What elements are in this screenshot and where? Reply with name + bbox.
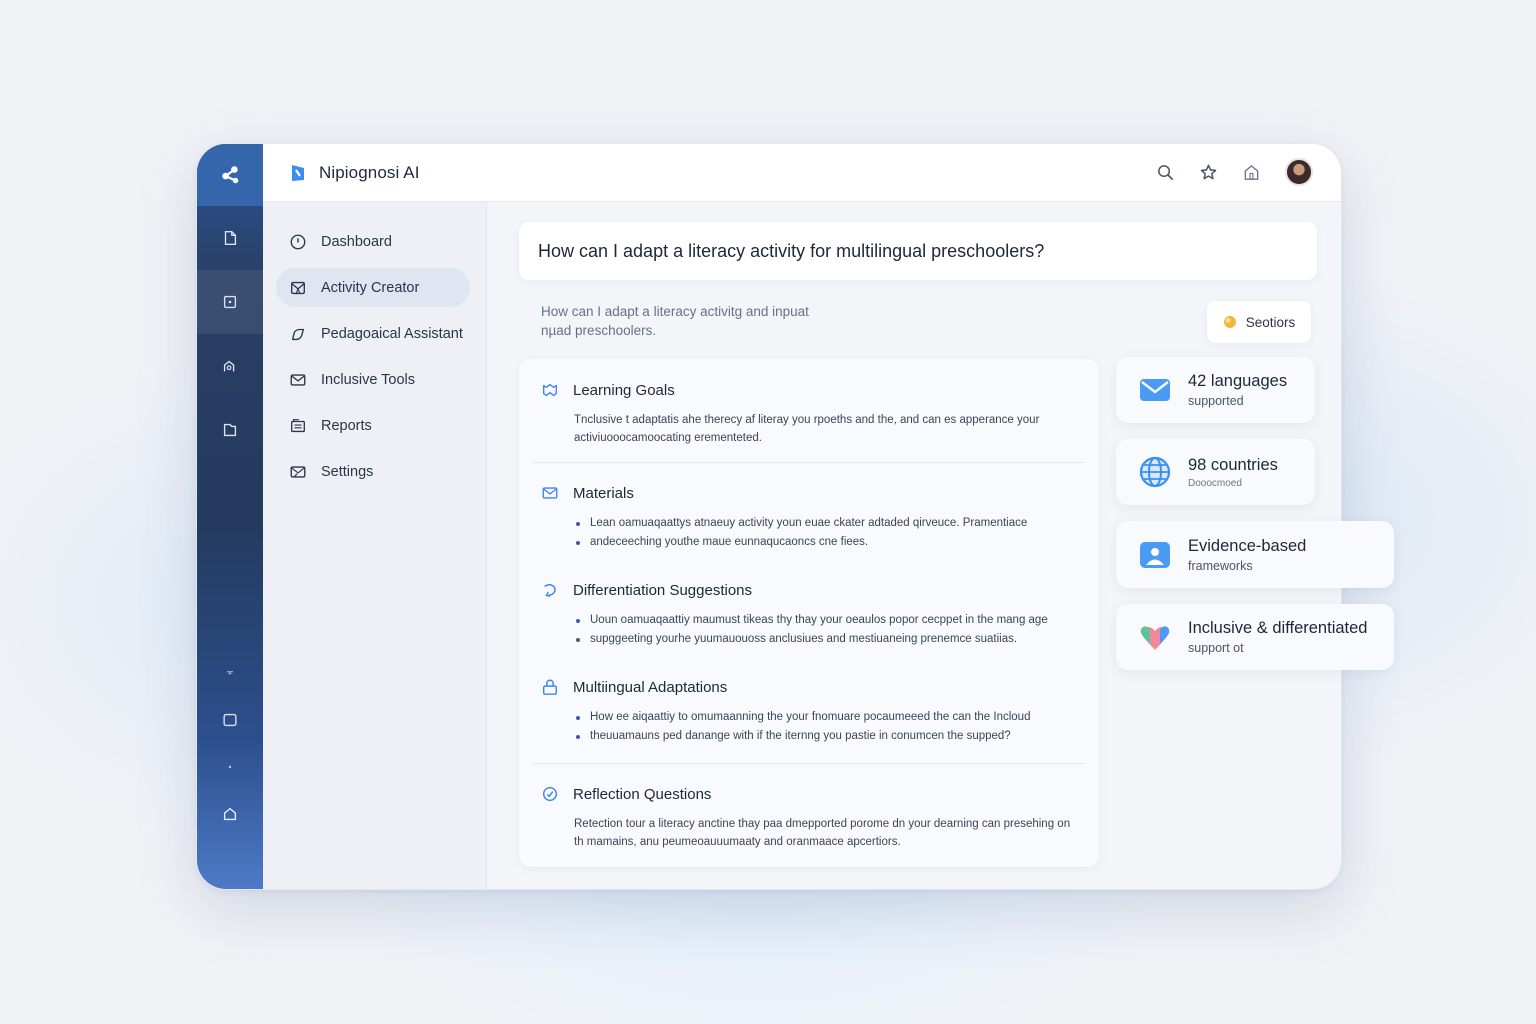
section-title: Reflection Questions	[573, 785, 712, 803]
dot-icon	[228, 765, 232, 768]
rail-item-dot[interactable]	[197, 743, 263, 790]
app-name: Nipiognosi AI	[319, 162, 420, 182]
stat-title: Evidence-based	[1188, 536, 1307, 555]
query-input[interactable]: How can I adapt a literacy activity for …	[519, 222, 1317, 280]
mail-icon	[542, 487, 558, 499]
bullet-list: Lean oamuaqaattys atnaeuy activity youn …	[574, 514, 1086, 552]
brand[interactable]: Nipiognosi AI	[289, 163, 420, 183]
avatar[interactable]	[1285, 158, 1313, 186]
rail-item-search-home[interactable]	[197, 334, 263, 398]
sidebar-item-label: Pedagoaical Assistant	[321, 325, 463, 342]
list-item: theuuamauns ped danange with if the iter…	[574, 727, 1086, 746]
globe-icon	[1139, 456, 1171, 488]
stat-subtitle: Dooocmoed	[1188, 477, 1242, 489]
section-text: Retection tour a literacy anctine thay p…	[574, 818, 1071, 848]
sidebar-item-label: Reports	[321, 417, 372, 434]
sidebar-item-activity-creator[interactable]: Activity Creator	[276, 268, 470, 307]
goals-icon	[543, 383, 557, 397]
home-icon[interactable]	[1242, 163, 1261, 182]
response-card: Learning Goals Tnclusive t adaptatis ahe…	[519, 359, 1099, 867]
stat-card-languages[interactable]: 42 languages supported	[1116, 357, 1315, 423]
top-bar: Nipiognosi AI	[263, 144, 1341, 202]
star-icon[interactable]	[1199, 163, 1218, 182]
section-multilingual: Multiingual Adaptations How ee aiqaattiy…	[541, 678, 1086, 746]
stat-card-countries[interactable]: 98 countries Dooocmoed	[1116, 439, 1315, 505]
sections-button[interactable]: Seotiors	[1207, 301, 1311, 343]
sidebar-item-dashboard[interactable]: Dashboard	[276, 222, 470, 261]
activity-icon	[291, 281, 305, 294]
sidebar-item-label: Activity Creator	[321, 279, 420, 296]
rail-logo[interactable]	[197, 144, 263, 206]
rail-item-chevron[interactable]	[197, 649, 263, 696]
document-icon	[224, 231, 237, 245]
stat-subtitle: support ot	[1188, 641, 1244, 655]
pen-icon	[291, 328, 305, 340]
section-materials: Materials Lean oamuaqaattys atnaeuy acti…	[541, 484, 1086, 552]
rail-item-documents[interactable]	[197, 206, 263, 270]
stat-title: 98 countries	[1188, 455, 1278, 474]
icon-rail	[197, 144, 263, 889]
divider	[533, 763, 1085, 764]
reports-icon	[291, 418, 305, 432]
divider	[533, 462, 1085, 463]
check-circle-icon	[542, 786, 558, 802]
sections-button-label: Seotiors	[1245, 314, 1296, 330]
stat-title: 42 languages	[1188, 372, 1288, 390]
query-echo: How can I adapt a literacy activitg and …	[541, 302, 861, 340]
query-echo-line: How can I adapt a literacy activitg and …	[541, 304, 809, 319]
list-item: andeceeching youthe maue eunnaqucaoncs c…	[574, 533, 1086, 552]
search-home-icon	[223, 360, 235, 372]
section-title: Multiingual Adaptations	[573, 678, 728, 696]
square-icon	[223, 713, 237, 726]
stat-card-inclusive[interactable]: Inclusive & differentiated support ot	[1116, 604, 1394, 670]
settings-icon	[290, 465, 306, 478]
stat-card-evidence[interactable]: Evidence-based frameworks	[1116, 521, 1394, 588]
sidebar-item-label: Settings	[321, 463, 374, 480]
search-icon[interactable]	[1156, 163, 1175, 182]
file-icon	[223, 423, 237, 437]
list-item: Uoun oamuaqaattiy maumust tikeas thy tha…	[574, 611, 1086, 630]
hearts-icon	[1140, 626, 1170, 650]
list-item: How ee aiqaattiy to omumaanning the your…	[574, 708, 1086, 727]
rail-item-home[interactable]	[197, 790, 263, 837]
sidebar-item-label: Inclusive Tools	[321, 371, 416, 388]
section-learning-goals: Learning Goals Tnclusive t adaptatis ahe…	[541, 381, 1086, 447]
stat-title: Inclusive & differentiated	[1188, 619, 1368, 637]
mail-icon	[1140, 379, 1170, 401]
stat-subtitle: frameworks	[1188, 558, 1253, 573]
swap-icon	[544, 584, 556, 597]
section-reflection: Reflection Questions Retection tour a li…	[541, 785, 1086, 851]
section-text: Tnclusive t adaptatis ahe therecy af lit…	[574, 414, 1040, 444]
rail-item-square[interactable]	[197, 696, 263, 743]
section-differentiation: Differentiation Suggestions Uoun oamuaqa…	[541, 581, 1086, 649]
lock-icon	[542, 679, 558, 695]
section-title: Differentiation Suggestions	[573, 581, 753, 599]
clock-icon	[290, 234, 306, 249]
frame-icon	[223, 295, 237, 309]
rail-item-files[interactable]	[197, 398, 263, 462]
sidebar-item-reports[interactable]: Reports	[276, 406, 470, 445]
query-echo-line: nµad preschoolers.	[541, 323, 657, 338]
sparkle-icon	[1223, 316, 1236, 328]
chevron-icon	[227, 670, 233, 675]
sidebar-item-settings[interactable]: Settings	[276, 452, 470, 491]
home-icon	[223, 807, 237, 820]
sidebar-item-pedagogical-assistant[interactable]: Pedagoaical Assistant	[276, 314, 470, 353]
section-title: Learning Goals	[573, 381, 675, 399]
network-logo-icon	[222, 166, 239, 184]
bullet-list: Uoun oamuaqaattiy maumust tikeas thy tha…	[574, 611, 1086, 649]
list-item: Lean oamuaqaattys atnaeuy activity youn …	[574, 514, 1086, 533]
rail-item-frame[interactable]	[197, 270, 263, 334]
sidebar: Dashboard Activity Creator Pedagoaical A…	[263, 202, 487, 889]
image-icon	[1140, 541, 1170, 568]
list-item: supggeeting yourhe yuumauouoss anclusiue…	[574, 630, 1086, 649]
section-title: Materials	[573, 484, 634, 502]
app-window: Nipiognosi AI Dashboard Activity Creator…	[196, 143, 1342, 890]
brand-logo-icon	[292, 164, 304, 181]
sidebar-item-inclusive-tools[interactable]: Inclusive Tools	[276, 360, 470, 399]
bullet-list: How ee aiqaattiy to omumaanning the your…	[574, 708, 1086, 746]
stat-subtitle: supported	[1188, 394, 1244, 408]
mail-icon	[290, 373, 306, 386]
sidebar-item-label: Dashboard	[321, 233, 392, 250]
